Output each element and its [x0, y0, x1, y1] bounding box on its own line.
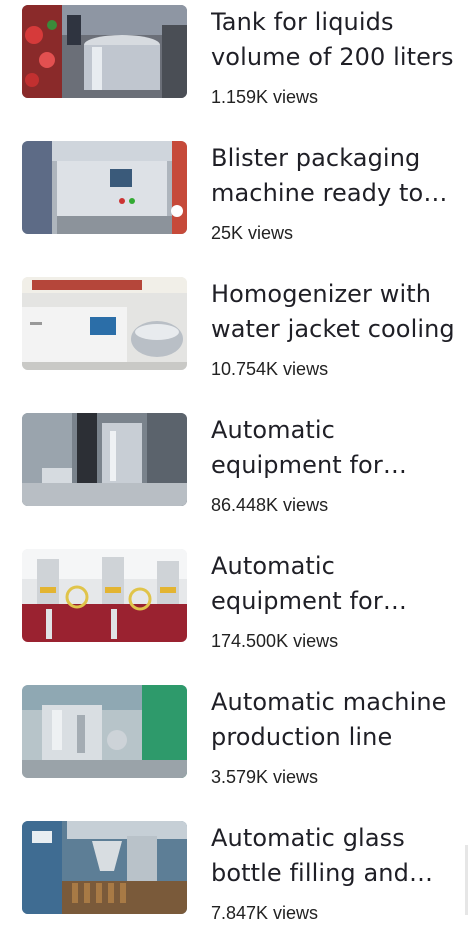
video-item[interactable]: Automatic glass bottle filling and cappi… [0, 821, 468, 923]
video-title[interactable]: Automatic equipment for filling [211, 413, 456, 483]
view-count: 86.448K views [211, 495, 329, 515]
view-count: 7.847K views [211, 903, 319, 923]
video-item[interactable]: Blister packaging machine ready to work … [0, 141, 468, 243]
video-title[interactable]: Homogenizer with water jacket cooling [211, 277, 456, 347]
automatic-machine-image[interactable] [22, 685, 187, 778]
video-item[interactable]: Automatic machine production line 3.579K… [0, 685, 468, 787]
video-title[interactable]: Blister packaging machine ready to work [211, 141, 456, 211]
video-item[interactable]: Tank for liquids volume of 200 liters 1.… [0, 5, 468, 107]
view-count: 174.500K views [211, 631, 339, 651]
stainless-tank-image[interactable] [22, 5, 187, 98]
view-count: 25K views [211, 223, 294, 243]
blister-machine-image[interactable] [22, 141, 187, 234]
video-item[interactable]: Automatic equipment for filling 86.448K … [0, 413, 468, 515]
video-title[interactable]: Automatic machine production line [211, 685, 456, 755]
view-count: 1.159K views [211, 87, 319, 107]
video-item[interactable]: Homogenizer with water jacket cooling 10… [0, 277, 468, 379]
video-item[interactable]: Automatic equipment for dosing 174.500K … [0, 549, 468, 651]
dosing-equipment-image[interactable] [22, 549, 187, 642]
video-title[interactable]: Automatic equipment for dosing [211, 549, 456, 619]
video-title[interactable]: Automatic glass bottle filling and cappi… [211, 821, 456, 891]
view-count: 3.579K views [211, 767, 319, 787]
view-count: 10.754K views [211, 359, 329, 379]
video-title[interactable]: Tank for liquids volume of 200 liters [211, 5, 456, 75]
bottle-filling-image[interactable] [22, 821, 187, 914]
homogenizer-image[interactable] [22, 277, 187, 370]
filling-equipment-image[interactable] [22, 413, 187, 506]
